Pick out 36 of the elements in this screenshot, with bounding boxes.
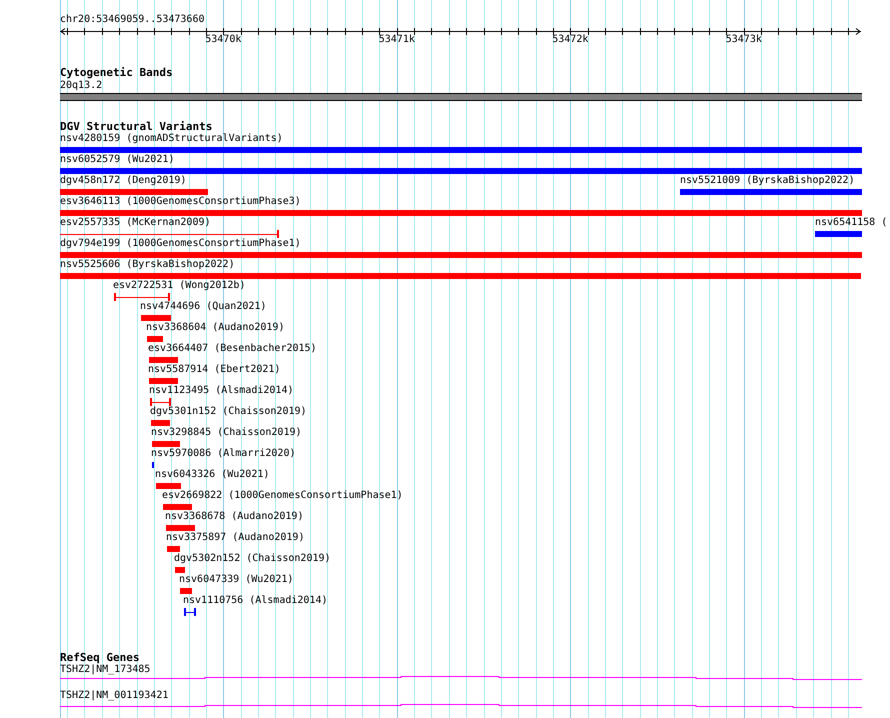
variant-label: nsv1123495 (Alsmadi2014)	[149, 385, 294, 397]
location-label: chr20:53469059..53473660	[60, 14, 204, 26]
tick-label: 53472k	[552, 34, 588, 46]
variant-label: nsv6541158 (	[815, 217, 888, 229]
variant-label: nsv6052579 (Wu2021)	[60, 154, 174, 166]
variant-label: nsv3298845 (Chaisson2019)	[151, 427, 302, 439]
variant-label: nsv4280159 (gnomADStructuralVariants)	[60, 133, 283, 145]
variant-label: nsv4744696 (Quan2021)	[140, 301, 266, 313]
variant-label: esv2722531 (Wong2012b)	[113, 280, 246, 292]
variant-label: nsv6043326 (Wu2021)	[155, 469, 270, 481]
variant-label: esv2557335 (McKernan2009)	[60, 217, 211, 229]
variant-label: nsv5970086 (Almarri2020)	[151, 448, 296, 460]
gene-label: TSHZ2|NM_173485	[60, 664, 150, 676]
variant-label: esv3646113 (1000GenomesConsortiumPhase3)	[60, 196, 301, 208]
variant-label: nsv6047339 (Wu2021)	[179, 574, 294, 586]
variant-label: nsv3368604 (Audano2019)	[146, 322, 284, 334]
track-title: Cytogenetic Bands	[60, 67, 173, 79]
track-title: DGV Structural Variants	[60, 121, 212, 133]
variant-label: nsv5521009 (ByrskaBishop2022)	[680, 175, 855, 187]
variant-label: dgv458n172 (Deng2019)	[60, 175, 186, 187]
tick-label: 53470k	[205, 34, 242, 46]
variant-label: nsv3375897 (Audano2019)	[166, 532, 304, 544]
band-label: 20q13.2	[60, 80, 102, 92]
variant-label: dgv5302n152 (Chaisson2019)	[174, 553, 331, 565]
variant-label: esv2669822 (1000GenomesConsortiumPhase1)	[162, 490, 403, 502]
variant-label: esv3664407 (Besenbacher2015)	[148, 343, 317, 355]
variant-label: nsv1110756 (Alsmadi2014)	[183, 595, 328, 607]
variant-label: dgv5301n152 (Chaisson2019)	[150, 406, 307, 418]
tick-label: 53471k	[378, 34, 415, 46]
tick-label: 53473k	[726, 34, 762, 46]
gene-label: TSHZ2|NM_001193421	[60, 690, 168, 702]
track-title: RefSeq Genes	[60, 652, 140, 664]
variant-label: nsv5525606 (ByrskaBishop2022)	[60, 259, 235, 271]
variant-label: nsv5587914 (Ebert2021)	[148, 364, 280, 376]
variant-label: nsv3368678 (Audano2019)	[165, 511, 304, 523]
variant-label: dgv794e199 (1000GenomesConsortiumPhase1)	[60, 238, 301, 250]
